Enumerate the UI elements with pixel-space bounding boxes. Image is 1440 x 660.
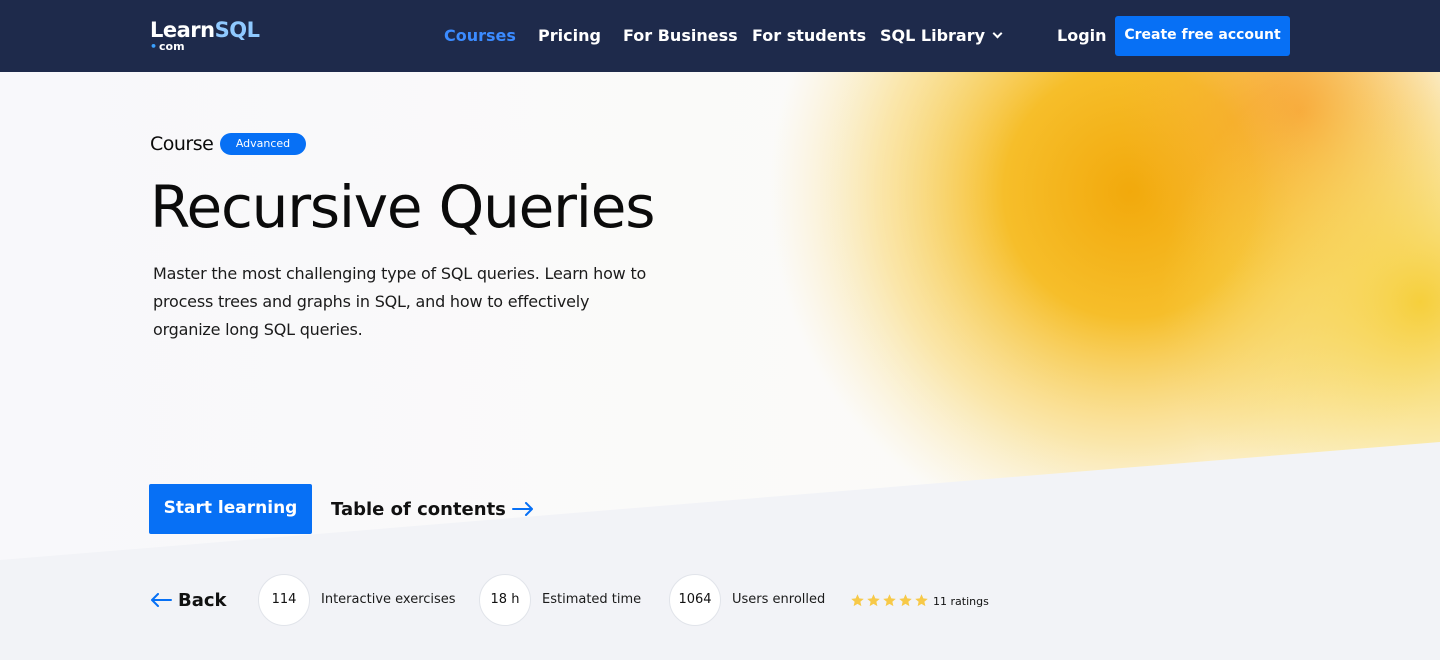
login-link[interactable]: Login [1057, 24, 1107, 48]
star-icon [899, 594, 912, 607]
ratings-count: 11 ratings [933, 595, 989, 608]
star-icon [851, 594, 864, 607]
arrow-right-icon [511, 502, 533, 516]
nav-link-sql-library[interactable]: SQL Library [880, 24, 1003, 48]
chevron-down-icon [992, 28, 1003, 39]
nav-link-for-business[interactable]: For Business [623, 24, 738, 48]
star-icon [883, 594, 896, 607]
hero-background [0, 72, 1440, 660]
users-enrolled-label: Users enrolled [732, 592, 826, 607]
learnsql-logo[interactable]: LearnSQL • com [150, 18, 260, 54]
nav-link-sql-library-label: SQL Library [880, 26, 986, 45]
rating-stars [850, 593, 930, 609]
level-badge: Advanced [220, 133, 306, 155]
create-account-button[interactable]: Create free account [1115, 16, 1290, 56]
estimated-time-label: Estimated time [542, 592, 642, 607]
estimated-time-value: 18 h [479, 574, 531, 626]
star-icon [867, 594, 880, 607]
nav-link-pricing[interactable]: Pricing [538, 24, 601, 48]
course-description: Master the most challenging type of SQL … [153, 264, 647, 339]
logo-domain: • com [150, 40, 185, 53]
back-label: Back [178, 590, 227, 611]
course-eyebrow: Course [150, 133, 214, 155]
exercises-count: 114 [258, 574, 310, 626]
start-learning-button[interactable]: Start learning [149, 484, 312, 534]
nav-link-for-students[interactable]: For students [752, 24, 866, 48]
top-navbar: LearnSQL • com Courses Pricing For Busine… [0, 0, 1440, 72]
arrow-left-icon [151, 593, 172, 607]
back-link[interactable]: Back [150, 588, 227, 614]
table-of-contents-label: Table of contents [331, 499, 506, 520]
star-icon [915, 594, 928, 607]
logo-wordmark: LearnSQL [150, 18, 260, 42]
table-of-contents-link[interactable]: Table of contents [331, 497, 534, 523]
users-enrolled-count: 1064 [669, 574, 721, 626]
exercises-label: Interactive exercises [321, 592, 456, 607]
nav-link-courses[interactable]: Courses [444, 24, 516, 48]
page-title: Recursive Queries [150, 173, 655, 241]
